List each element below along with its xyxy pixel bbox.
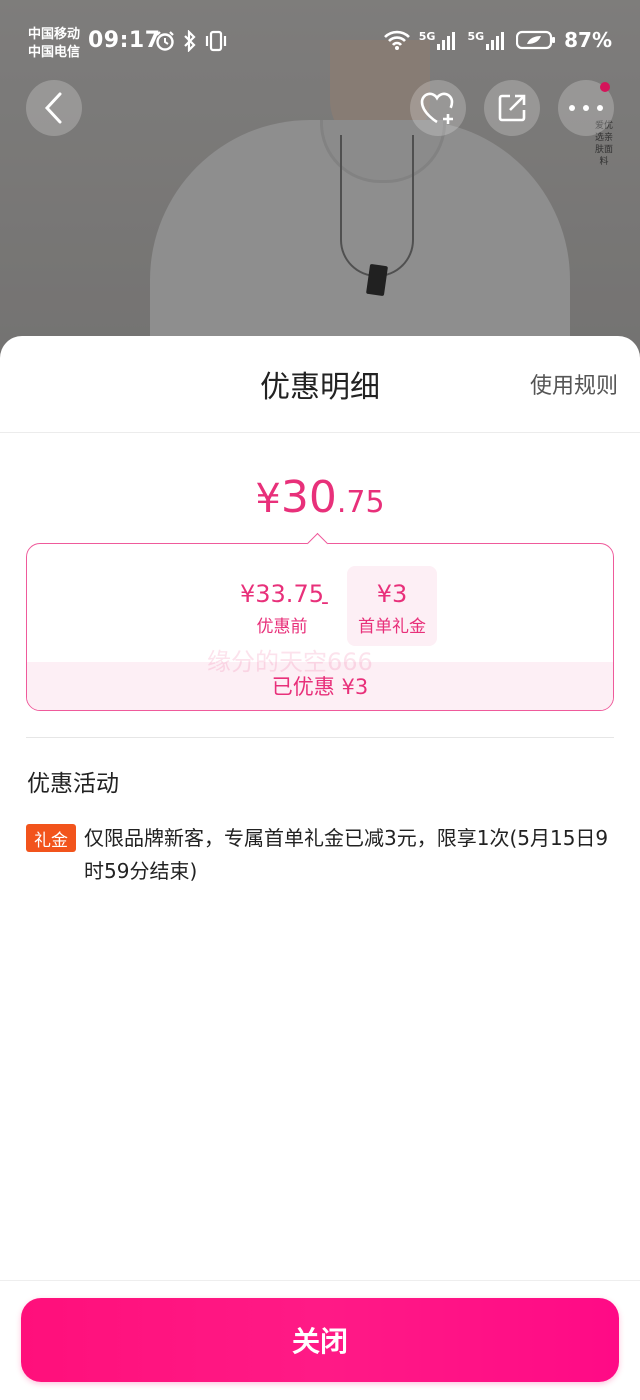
before-label: 优惠前 [256, 617, 308, 637]
vibrate-icon [205, 30, 227, 52]
carrier-labels: 中国移动 中国电信 [28, 26, 80, 62]
price-decimal: .75 [336, 485, 385, 520]
signal-bars-icon [486, 32, 505, 50]
carrier-1: 中国移动 [28, 27, 81, 42]
status-icons-left [154, 30, 228, 52]
wifi-icon [383, 30, 410, 50]
gift-tag-badge: 礼金 [26, 824, 76, 852]
favorite-button[interactable] [410, 80, 466, 136]
bluetooth-icon [184, 30, 196, 52]
final-price: ¥30.75 [0, 472, 640, 523]
chevron-left-icon [44, 92, 62, 124]
gift-discount-chip: ¥3 首单礼金 [347, 566, 437, 646]
discount-detail-sheet: 优惠明细 使用规则 ¥30.75 ¥33.75 优惠前 - ¥3 首单礼金 已优… [0, 336, 640, 1400]
signal-5g-label-1: 5G [418, 30, 436, 43]
signal-5g-label-2: 5G [467, 30, 485, 43]
promotions-section-title: 优惠活动 [27, 771, 119, 797]
gift-amount: ¥3 [376, 580, 408, 608]
price-currency: ¥ [255, 476, 281, 522]
section-divider [26, 737, 614, 738]
sheet-header: 优惠明细 使用规则 [0, 336, 640, 433]
price-breakdown-box: ¥33.75 优惠前 - ¥3 首单礼金 已优惠 ¥3 缘分的天空666 [26, 543, 614, 711]
footer-divider [0, 1280, 640, 1281]
battery-percentage: 87% [564, 28, 612, 52]
heart-add-icon [420, 92, 454, 124]
price-integer: 30 [280, 472, 337, 523]
gift-label: 首单礼金 [358, 617, 426, 637]
close-button[interactable]: 关闭 [21, 1298, 619, 1382]
share-button[interactable] [484, 80, 540, 136]
status-icons-right: 5G 5G 87% [383, 28, 612, 52]
usage-rules-link[interactable]: 使用规则 [530, 368, 618, 400]
back-button[interactable] [26, 80, 82, 136]
alarm-icon [156, 31, 174, 51]
share-icon [498, 94, 526, 122]
signal-5g-2: 5G [467, 30, 508, 50]
status-time: 09:17 [88, 28, 161, 53]
watermark-text: 缘分的天空666 [207, 648, 373, 676]
carrier-2: 中国电信 [28, 45, 81, 60]
battery-icon [516, 30, 556, 50]
minus-operator: - [321, 590, 329, 615]
status-bar: 中国移动 中国电信 09:17 5G 5G 87% [0, 22, 640, 66]
more-dots-icon [569, 105, 603, 111]
signal-bars-icon [437, 32, 456, 50]
notification-dot [600, 82, 610, 92]
signal-5g-1: 5G [419, 30, 460, 50]
promotion-description: 仅限品牌新客，专属首单礼金已减3元，限享1次(5月15日9时59分结束) [84, 826, 609, 883]
